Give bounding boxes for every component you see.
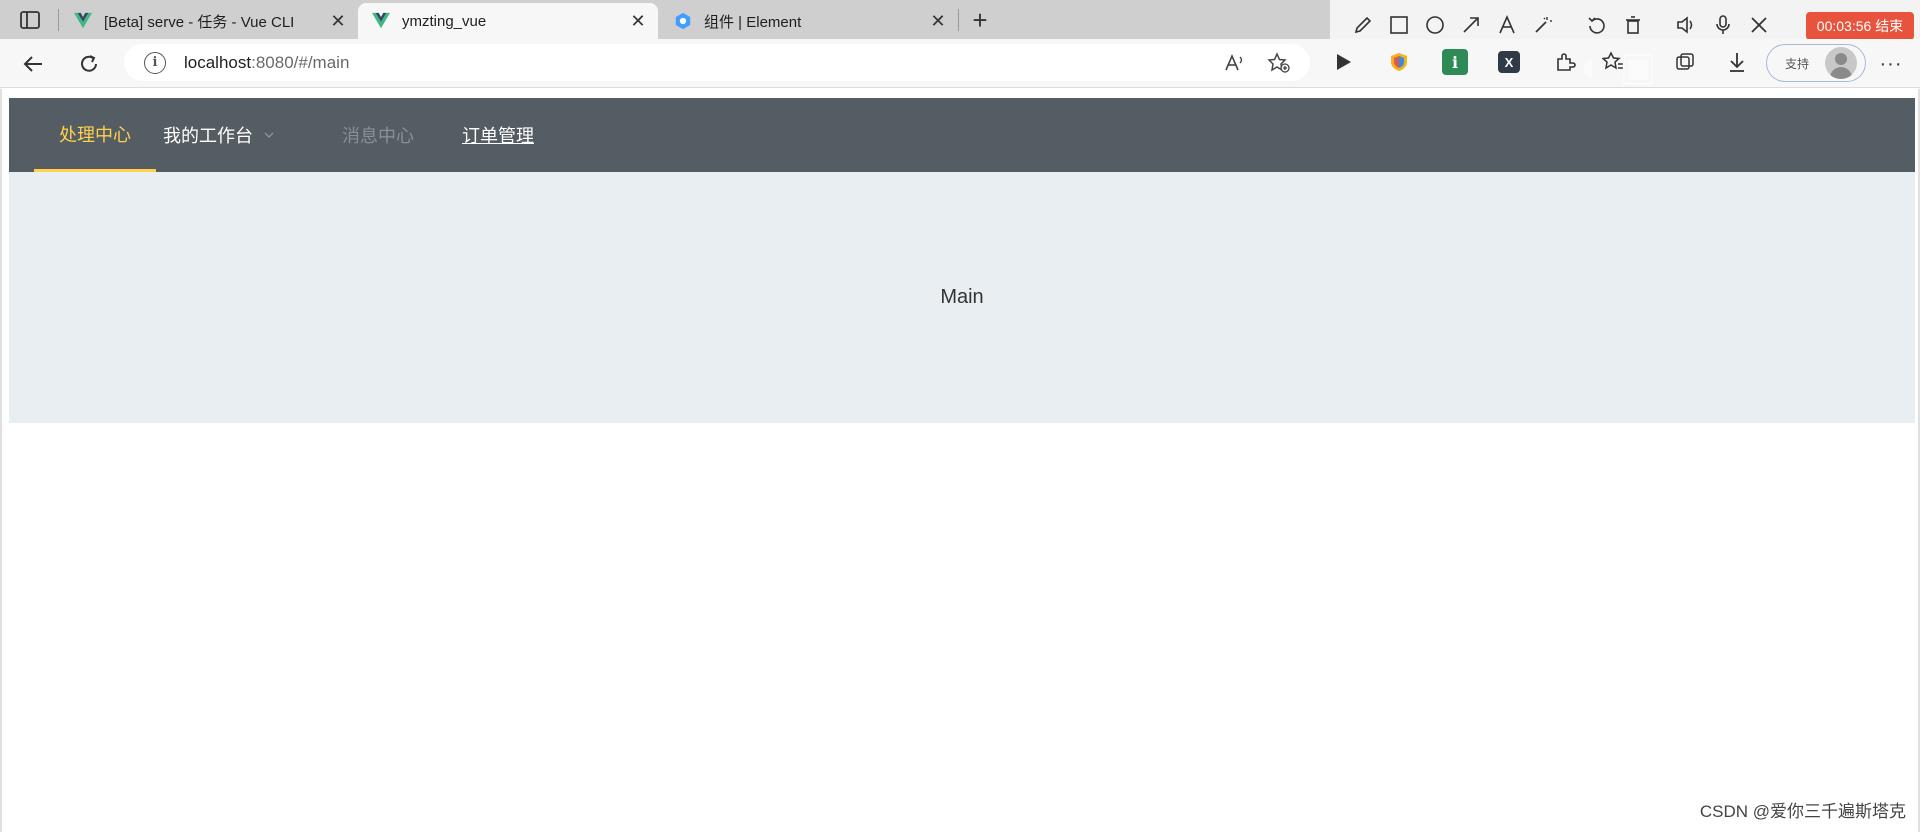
info-extension-icon[interactable]: i xyxy=(1442,49,1468,75)
tab-element[interactable]: 组件 | Element ✕ xyxy=(660,3,958,39)
recording-stop-button[interactable]: 00:03:56 结束 xyxy=(1806,12,1914,40)
arrow-icon[interactable] xyxy=(1458,12,1484,38)
tab-title: ymzting_vue xyxy=(402,12,487,30)
new-tab-button[interactable]: + xyxy=(966,4,994,35)
chevron-down-icon xyxy=(264,132,274,138)
menu-item-order-management[interactable]: 订单管理 xyxy=(462,98,534,172)
magic-wand-icon[interactable] xyxy=(1530,12,1556,38)
tab-ymzting-vue[interactable]: ymzting_vue ✕ xyxy=(358,3,658,39)
collections-icon[interactable] xyxy=(1672,49,1698,75)
close-icon[interactable]: ✕ xyxy=(328,11,348,31)
more-options-button[interactable]: ··· xyxy=(1876,52,1906,76)
play-icon[interactable] xyxy=(1330,49,1356,75)
tab-title: [Beta] serve - 任务 - Vue CLI xyxy=(104,13,295,31)
plus-icon: + xyxy=(972,4,988,35)
vue-icon xyxy=(372,12,390,29)
shield-extension-icon[interactable] xyxy=(1386,49,1412,75)
ellipsis-icon: ··· xyxy=(1879,52,1903,75)
circle-icon[interactable] xyxy=(1422,12,1448,38)
reload-icon xyxy=(81,55,97,72)
menu-item-processing-center[interactable]: 处理中心 xyxy=(34,98,156,172)
tab-vue-cli[interactable]: [Beta] serve - 任务 - Vue CLI ✕ xyxy=(60,3,358,39)
recording-stop-label: 结束 xyxy=(1875,18,1904,34)
speaker-icon[interactable] xyxy=(1674,12,1700,38)
download-icon[interactable] xyxy=(1724,49,1750,75)
menu-item-my-workbench[interactable]: 我的工作台 xyxy=(163,98,275,172)
recording-timer: 00:03:56 xyxy=(1816,18,1872,34)
tab-separator xyxy=(58,9,59,31)
back-arrow-icon xyxy=(23,56,42,72)
favorite-add-icon[interactable] xyxy=(1266,50,1292,76)
url-text: localhost:8080/#/main xyxy=(184,52,350,72)
menu-item-message-center: 消息中心 xyxy=(342,98,414,172)
screen-watermark-logo: ◐ ▣ xyxy=(1580,45,1660,89)
profile-label: 支持 xyxy=(1785,56,1810,71)
read-aloud-icon[interactable] xyxy=(1222,50,1248,76)
address-bar[interactable]: i localhost:8080/#/main xyxy=(124,44,1310,81)
close-icon[interactable]: ✕ xyxy=(628,11,648,31)
rectangle-icon[interactable] xyxy=(1386,12,1412,38)
main-content: Main xyxy=(9,172,1915,423)
close-icon[interactable]: ✕ xyxy=(928,11,948,31)
element-icon xyxy=(675,12,691,30)
back-button[interactable] xyxy=(18,49,48,79)
main-text: Main xyxy=(940,286,984,308)
vue-icon xyxy=(74,12,92,29)
tab-actions-button[interactable] xyxy=(12,7,48,33)
menu-item-label: 消息中心 xyxy=(342,126,414,146)
tab-title: 组件 | Element xyxy=(704,13,802,31)
menu-item-label: 处理中心 xyxy=(59,124,131,145)
avatar[interactable] xyxy=(1825,47,1857,79)
text-tool-icon[interactable] xyxy=(1494,12,1520,38)
close-icon[interactable] xyxy=(1746,12,1772,38)
microphone-icon[interactable] xyxy=(1710,12,1736,38)
csdn-watermark: CSDN @爱你三千遍斯塔克 xyxy=(1699,802,1906,821)
menu-item-label: 我的工作台 xyxy=(163,126,253,146)
info-icon[interactable]: i xyxy=(144,51,166,74)
sidebar-icon xyxy=(20,11,40,29)
reload-button[interactable] xyxy=(74,49,104,79)
pen-icon[interactable] xyxy=(1350,12,1376,38)
extensions-icon[interactable] xyxy=(1552,49,1578,75)
trash-icon[interactable] xyxy=(1620,12,1646,38)
menu-item-label: 订单管理 xyxy=(462,126,534,146)
undo-icon[interactable] xyxy=(1584,12,1610,38)
app-nav-menu: 处理中心 我的工作台 消息中心 订单管理 xyxy=(9,98,1915,172)
excel-extension-icon[interactable]: X xyxy=(1498,51,1520,73)
tab-separator xyxy=(958,9,959,31)
